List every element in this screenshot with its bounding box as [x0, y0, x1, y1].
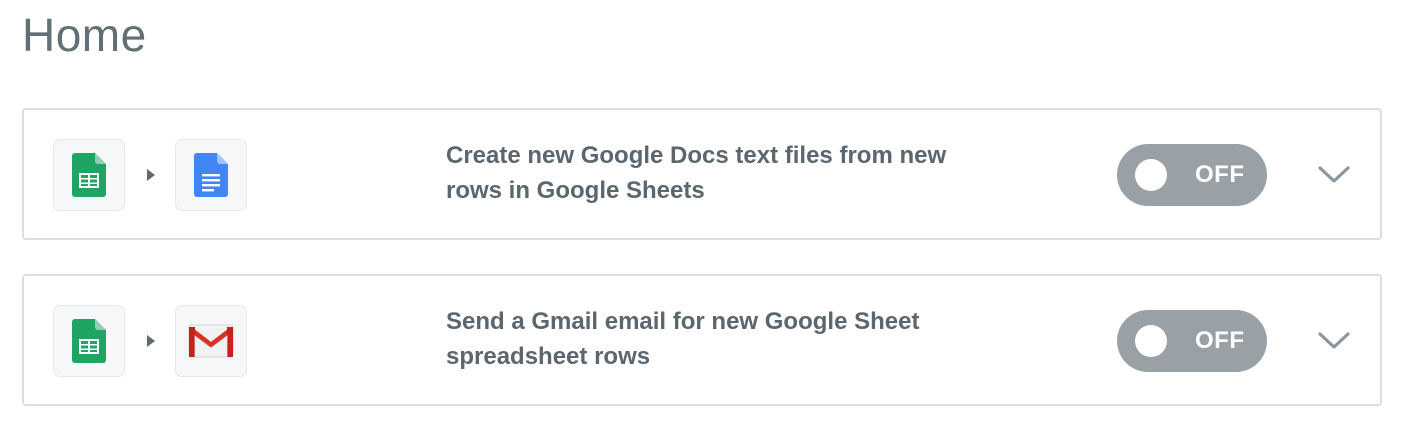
zap-toggle[interactable]: OFF	[1117, 310, 1267, 372]
trigger-app-icon-tile	[53, 305, 125, 377]
trigger-app-icon-tile	[53, 139, 125, 211]
gmail-icon	[188, 324, 234, 358]
zap-toggle[interactable]: OFF	[1117, 144, 1267, 206]
toggle-label: OFF	[1195, 161, 1245, 188]
toggle-knob	[1135, 159, 1167, 191]
zap-list: Create new Google Docs text files from n…	[22, 108, 1382, 440]
chevron-down-icon[interactable]	[1314, 326, 1354, 356]
zap-card[interactable]: Send a Gmail email for new Google Sheet …	[22, 274, 1382, 406]
zap-title: Create new Google Docs text files from n…	[446, 142, 947, 204]
arrow-right-icon	[144, 167, 158, 183]
google-sheets-icon	[72, 319, 106, 363]
toggle-label: OFF	[1195, 327, 1245, 354]
zap-title: Send a Gmail email for new Google Sheet …	[446, 308, 920, 370]
google-docs-icon	[194, 153, 228, 197]
page-title: Home	[22, 9, 147, 61]
arrow-right-icon	[144, 333, 158, 349]
chevron-down-icon[interactable]	[1314, 160, 1354, 190]
action-app-icon-tile	[175, 305, 247, 377]
toggle-knob	[1135, 325, 1167, 357]
action-app-icon-tile	[175, 139, 247, 211]
zap-card[interactable]: Create new Google Docs text files from n…	[22, 108, 1382, 240]
google-sheets-icon	[72, 153, 106, 197]
